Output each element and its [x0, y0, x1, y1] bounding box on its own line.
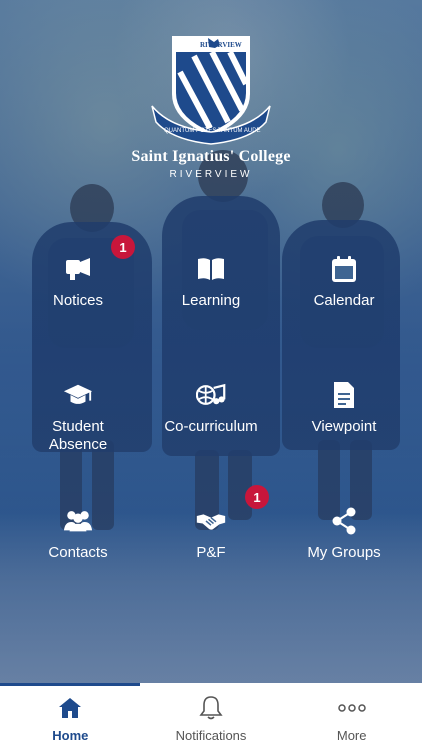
college-crest-logo: RIVERVIEW QUANTUM POTES TANTUM AUDE: [151, 36, 271, 145]
nav-home[interactable]: Home: [0, 683, 141, 750]
tile-notices[interactable]: Notices: [13, 254, 143, 344]
crest-top-text: RIVERVIEW: [200, 41, 242, 49]
nav-label: Notifications: [175, 728, 247, 743]
active-tab-indicator: [0, 683, 140, 686]
megaphone-icon: [63, 254, 93, 284]
crest-motto-left: QUANTUM POTES: [164, 128, 216, 134]
bottom-nav: Home Notifications More: [0, 683, 422, 750]
nav-notifications[interactable]: Notifications: [141, 683, 282, 750]
bell-icon: [197, 694, 225, 722]
home-screen: RIVERVIEW QUANTUM POTES TANTUM AUDE Sain…: [0, 0, 422, 683]
tile-label: Learning: [181, 292, 241, 309]
tile-label: Calendar: [313, 292, 375, 309]
tile-label: Student Absence: [48, 418, 108, 453]
graduation-cap-icon: [63, 380, 93, 410]
tile-contacts[interactable]: Contacts: [13, 506, 143, 596]
tile-student-absence[interactable]: Student Absence: [13, 380, 143, 470]
sports-music-icon: [196, 380, 226, 410]
tile-p-and-f[interactable]: P&F: [146, 506, 276, 596]
nav-label: More: [336, 728, 367, 743]
tile-calendar[interactable]: Calendar: [279, 254, 409, 344]
book-icon: [196, 254, 226, 284]
document-icon: [329, 380, 359, 410]
tile-label: Viewpoint: [311, 418, 377, 435]
college-subtitle: RIVERVIEW: [169, 169, 253, 180]
college-name: Saint Ignatius' College: [131, 148, 291, 165]
handshake-icon: [196, 506, 226, 536]
p-and-f-badge: 1: [245, 485, 269, 509]
tile-label: Contacts: [48, 544, 108, 561]
people-icon: [63, 506, 93, 536]
tile-co-curriculum[interactable]: Co-curriculum: [146, 380, 276, 470]
notices-badge: 1: [111, 235, 135, 259]
tile-viewpoint[interactable]: Viewpoint: [279, 380, 409, 470]
tile-label: P&F: [196, 544, 226, 561]
home-icon: [56, 694, 84, 722]
share-icon: [329, 506, 359, 536]
nav-more[interactable]: More: [281, 683, 422, 750]
tile-learning[interactable]: Learning: [146, 254, 276, 344]
nav-label: Home: [52, 728, 89, 743]
more-icon: [337, 694, 366, 722]
tile-label: Notices: [52, 292, 104, 309]
calendar-icon: [329, 254, 359, 284]
tile-label: My Groups: [307, 544, 381, 561]
tile-my-groups[interactable]: My Groups: [279, 506, 409, 596]
crest-motto-right: TANTUM AUDE: [218, 128, 261, 134]
tile-label: Co-curriculum: [164, 418, 258, 435]
